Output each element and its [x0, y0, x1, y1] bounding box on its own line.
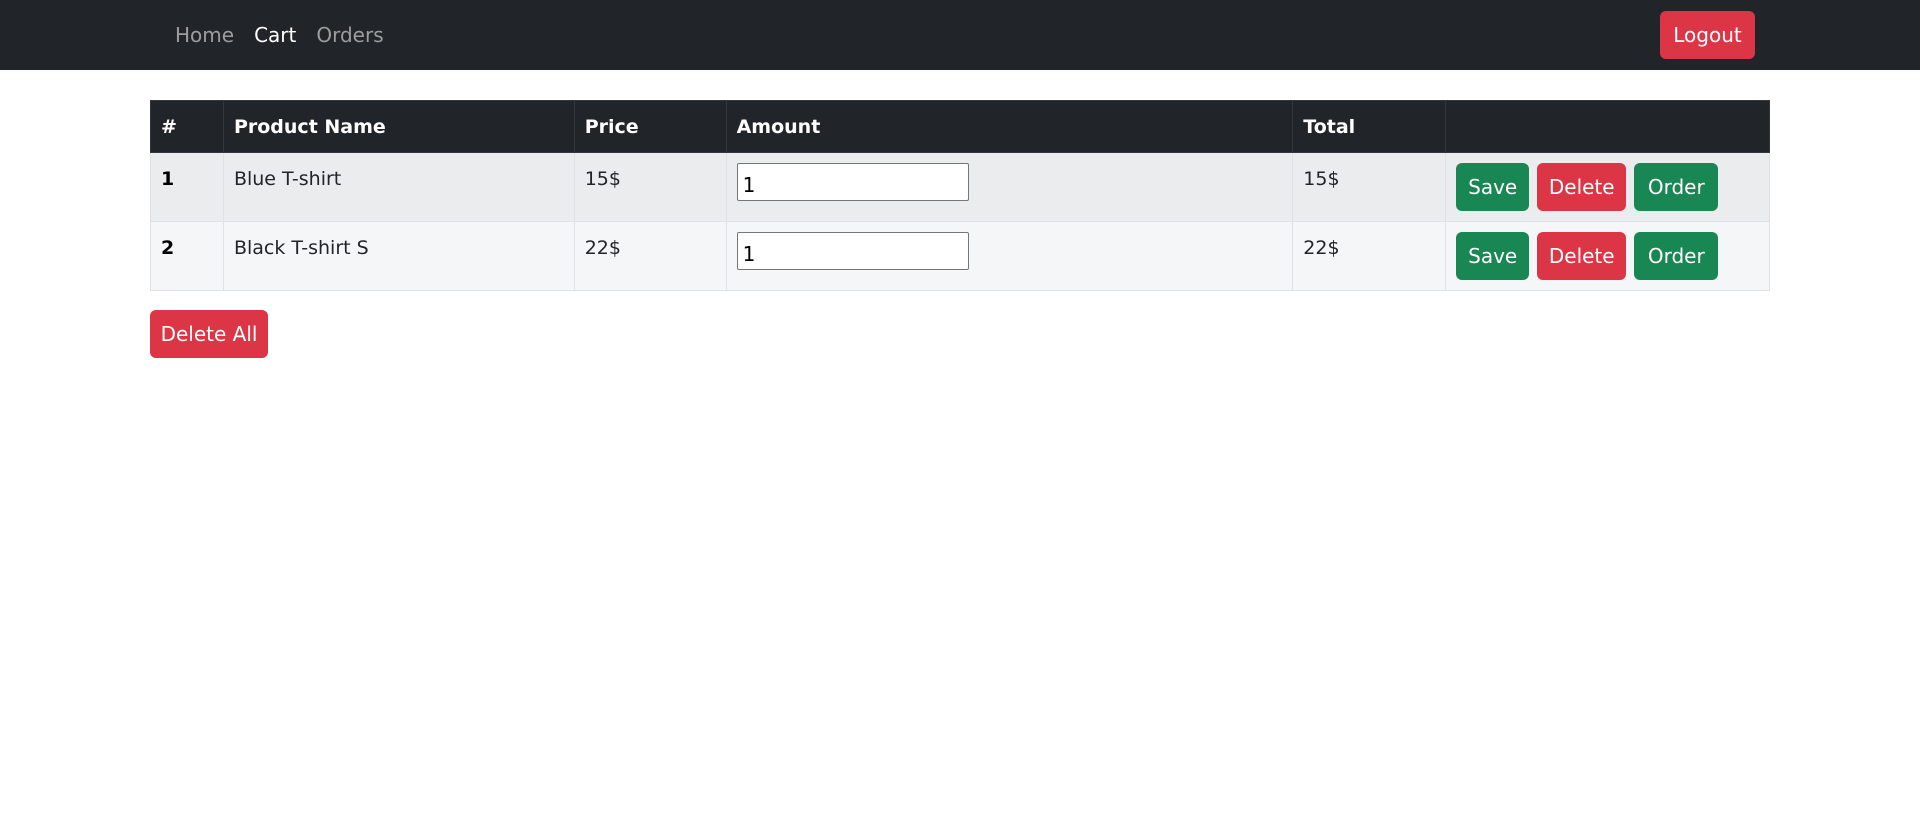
header-price: Price — [573, 100, 727, 153]
nav-links: Home Cart Orders — [175, 0, 404, 70]
table-body: 1 Blue T-shirt 15$ 15$ Save Delete Order… — [150, 152, 1770, 291]
save-button[interactable]: Save — [1456, 232, 1530, 280]
order-button[interactable]: Order — [1634, 232, 1719, 280]
top-navbar: Home Cart Orders Logout — [0, 0, 1920, 70]
row-index: 1 — [150, 152, 224, 222]
row-price: 15$ — [573, 152, 727, 222]
order-button[interactable]: Order — [1634, 163, 1719, 211]
row-amount-cell — [725, 221, 1294, 291]
save-button[interactable]: Save — [1456, 163, 1530, 211]
row-product-name: Black T-shirt S — [222, 221, 575, 291]
header-index: # — [150, 100, 224, 153]
row-index: 2 — [150, 221, 224, 291]
row-product-name: Blue T-shirt — [222, 152, 575, 222]
table-row: 2 Black T-shirt S 22$ 22$ Save Delete Or… — [150, 221, 1770, 291]
row-total: 22$ — [1292, 221, 1447, 291]
delete-button[interactable]: Delete — [1537, 163, 1627, 211]
header-total: Total — [1292, 100, 1447, 153]
nav-orders-link[interactable]: Orders — [316, 23, 383, 47]
amount-input[interactable] — [736, 232, 969, 270]
header-product-name: Product Name — [222, 100, 575, 153]
row-actions: Save Delete Order — [1445, 152, 1770, 222]
row-price: 22$ — [573, 221, 727, 291]
header-amount: Amount — [725, 100, 1294, 153]
table-row: 1 Blue T-shirt 15$ 15$ Save Delete Order — [150, 152, 1770, 222]
row-amount-cell — [725, 152, 1294, 222]
row-actions: Save Delete Order — [1445, 221, 1770, 291]
cart-table: # Product Name Price Amount Total 1 Blue… — [150, 100, 1770, 291]
amount-input[interactable] — [736, 163, 969, 201]
logout-button[interactable]: Logout — [1660, 11, 1755, 59]
table-header: # Product Name Price Amount Total — [150, 100, 1770, 153]
header-actions — [1445, 100, 1770, 153]
delete-all-button[interactable]: Delete All — [150, 310, 268, 358]
delete-button[interactable]: Delete — [1537, 232, 1627, 280]
nav-cart-link[interactable]: Cart — [254, 23, 296, 47]
row-total: 15$ — [1292, 152, 1447, 222]
table-header-row: # Product Name Price Amount Total — [150, 100, 1770, 153]
nav-home-link[interactable]: Home — [175, 23, 234, 47]
